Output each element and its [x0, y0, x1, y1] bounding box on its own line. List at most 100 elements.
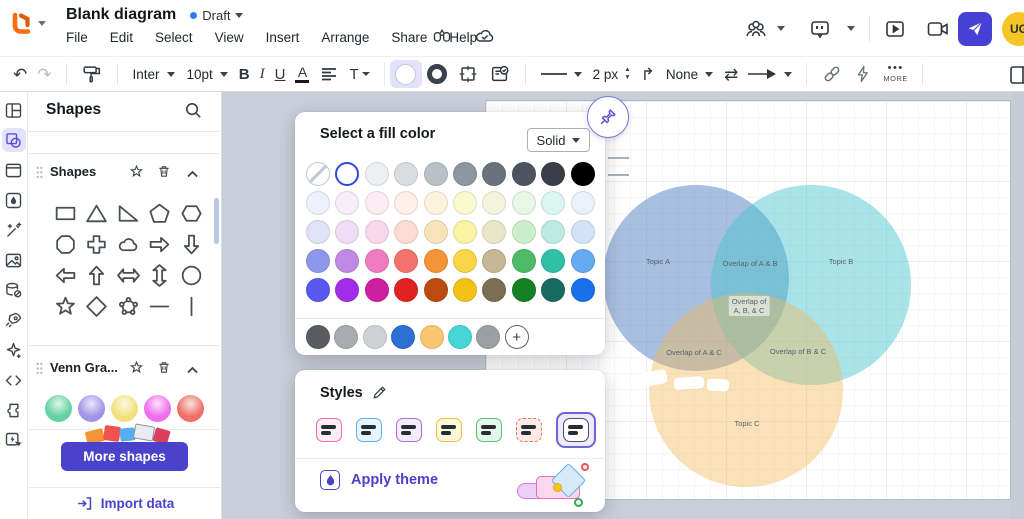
color-swatch[interactable] [423, 249, 448, 273]
venn-label-topic-c[interactable]: Topic C [734, 419, 759, 428]
color-swatch[interactable] [541, 191, 566, 215]
recent-color-swatch[interactable] [362, 325, 387, 349]
shape-arrow-up-down[interactable] [145, 260, 175, 290]
text-align-icon[interactable] [314, 60, 344, 88]
add-custom-color-button[interactable]: + [504, 325, 529, 349]
venn-shape-thumb-1[interactable] [44, 395, 72, 422]
text-color-button[interactable]: A [290, 60, 314, 88]
shape-arrow-right[interactable] [145, 229, 175, 259]
color-swatch[interactable] [306, 278, 330, 302]
color-swatch[interactable] [452, 220, 477, 244]
image-icon[interactable] [2, 248, 26, 272]
style-preset-1[interactable] [316, 418, 342, 442]
shape-polygon-nodes[interactable] [113, 291, 143, 321]
color-swatch[interactable] [364, 249, 389, 273]
favorite-star-icon[interactable] [129, 164, 144, 184]
undo-button[interactable]: ↶ [8, 60, 32, 88]
collaborators-icon[interactable] [743, 18, 769, 40]
linked-data-icon[interactable] [2, 278, 26, 302]
venn-shape-thumb-5[interactable] [176, 395, 204, 422]
color-swatch[interactable] [335, 278, 360, 302]
color-swatch[interactable] [423, 162, 448, 186]
present-icon[interactable] [884, 19, 906, 39]
actions-lightning-icon[interactable] [848, 60, 878, 88]
text-options-button[interactable]: T [344, 60, 374, 88]
automation-icon[interactable] [2, 428, 26, 452]
color-swatch[interactable] [423, 220, 448, 244]
shape-diamond[interactable] [82, 291, 112, 321]
app-logo-menu[interactable] [8, 10, 46, 36]
style-preset-5[interactable] [476, 418, 502, 442]
shape-octagon[interactable] [50, 229, 80, 259]
document-title[interactable]: Blank diagram [66, 6, 176, 24]
menu-arrange[interactable]: Arrange [321, 30, 369, 45]
collaborators-caret-icon[interactable] [777, 26, 785, 31]
menu-share[interactable]: Share [391, 30, 427, 45]
collapse-chevron-icon[interactable] [186, 362, 199, 380]
bold-button[interactable]: B [234, 60, 255, 88]
avatar[interactable]: UG [1002, 11, 1024, 46]
color-swatch[interactable] [335, 162, 360, 186]
font-family-select[interactable]: Inter [127, 61, 181, 87]
shape-line-horizontal[interactable] [145, 291, 175, 321]
line-style-select[interactable] [535, 61, 588, 87]
more-button[interactable]: ••• MORE [878, 60, 913, 88]
venn-label-overlap-bc[interactable]: Overlap of B & C [770, 347, 826, 356]
canvas-scrollbar[interactable] [1011, 92, 1024, 519]
style-preset-selected-ring[interactable] [556, 412, 596, 448]
swap-arrows-icon[interactable]: ⇄ [719, 60, 743, 88]
shapes-icon[interactable] [1, 128, 26, 152]
color-swatch[interactable] [570, 162, 595, 186]
search-icon[interactable] [184, 101, 203, 125]
color-swatch[interactable] [306, 249, 330, 273]
rocket-icon[interactable] [2, 308, 26, 332]
color-swatch[interactable] [364, 162, 389, 186]
shape-cross[interactable] [82, 229, 112, 259]
import-data-link[interactable]: Import data [28, 495, 222, 512]
shape-arrow-left[interactable] [50, 260, 80, 290]
color-swatch[interactable] [394, 162, 419, 186]
shape-arrow-down[interactable] [176, 229, 206, 259]
recent-color-swatch[interactable] [334, 325, 359, 349]
magic-wand-icon[interactable] [2, 218, 26, 242]
venn-label-topic-b[interactable]: Topic B [829, 257, 854, 266]
panel-scrollbar-thumb[interactable] [214, 198, 219, 244]
line-endpoint-select[interactable]: None [660, 61, 719, 87]
color-swatch[interactable] [511, 249, 536, 273]
fill-color-button[interactable] [389, 60, 422, 88]
color-swatch[interactable] [511, 191, 536, 215]
color-swatch[interactable] [335, 191, 360, 215]
menu-select[interactable]: Select [155, 30, 193, 45]
code-icon[interactable] [2, 368, 26, 392]
connector-style-icon[interactable]: ↱ [636, 60, 660, 88]
menu-insert[interactable]: Insert [266, 30, 300, 45]
sparkle-icon[interactable] [2, 338, 26, 362]
color-swatch[interactable] [306, 191, 330, 215]
color-swatch[interactable] [364, 278, 389, 302]
color-swatch[interactable] [335, 249, 360, 273]
style-preset-3[interactable] [396, 418, 422, 442]
menu-edit[interactable]: Edit [110, 30, 133, 45]
trash-icon[interactable] [157, 360, 171, 380]
shape-circle[interactable] [176, 260, 206, 290]
color-swatch[interactable] [482, 162, 507, 186]
shape-arrow-up[interactable] [82, 260, 112, 290]
video-icon[interactable] [926, 20, 950, 38]
color-swatch[interactable] [364, 220, 389, 244]
color-swatch[interactable] [452, 191, 477, 215]
recent-color-swatch[interactable] [306, 325, 330, 349]
color-swatch[interactable] [394, 191, 419, 215]
color-swatch[interactable] [335, 220, 360, 244]
link-icon[interactable] [816, 60, 848, 88]
underline-button[interactable]: U [270, 60, 291, 88]
favorite-star-icon[interactable] [129, 360, 144, 380]
color-swatch[interactable] [394, 249, 419, 273]
color-swatch[interactable] [306, 220, 330, 244]
stroke-color-button[interactable] [422, 60, 452, 88]
cloud-sync-icon[interactable] [474, 27, 496, 45]
shape-pentagon[interactable] [145, 198, 175, 228]
style-preset-6[interactable] [516, 418, 542, 442]
share-plane-button[interactable] [958, 11, 992, 46]
color-swatch[interactable] [570, 191, 595, 215]
color-swatch[interactable] [452, 162, 477, 186]
